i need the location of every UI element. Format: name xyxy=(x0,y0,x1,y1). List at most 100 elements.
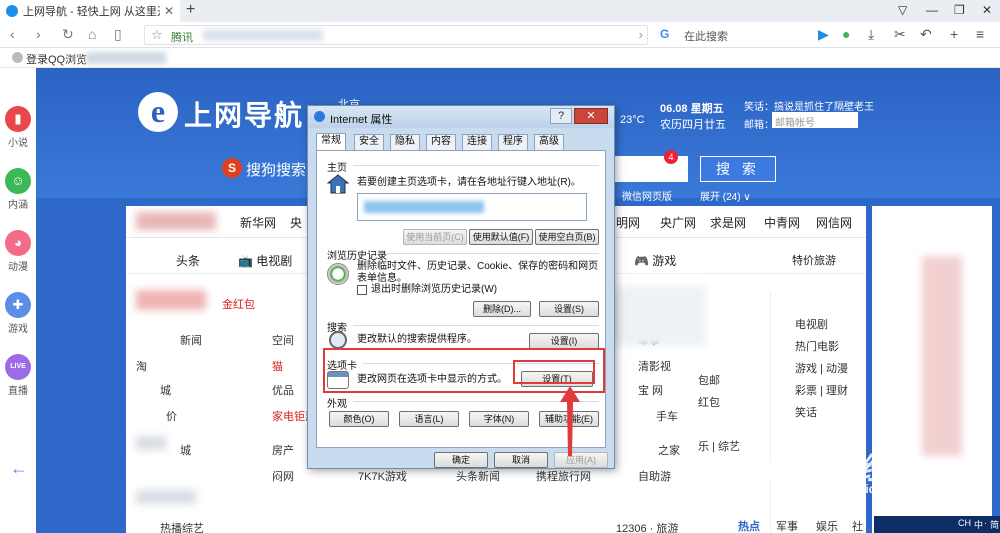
delete-history-button[interactable]: 删除(D)... xyxy=(473,301,531,317)
site-link[interactable]: 笑话 xyxy=(795,404,817,420)
scissors-icon[interactable]: ✂ xyxy=(894,26,906,43)
new-tab-button[interactable]: + xyxy=(186,1,195,19)
site-link[interactable]: 电视剧 xyxy=(795,316,828,332)
news-tab-hot[interactable]: 热点 xyxy=(738,518,760,533)
delete-on-exit-label[interactable]: 退出时删除浏览历史记录(W) xyxy=(371,284,497,296)
chat-icon[interactable]: ● xyxy=(842,26,850,42)
site-link[interactable]: 城 xyxy=(160,382,171,398)
tab-programs[interactable]: 程序 xyxy=(498,134,528,150)
download-icon[interactable]: ⤓ xyxy=(868,26,874,43)
bookmark-login[interactable]: 登录QQ浏览 xyxy=(26,51,87,67)
tab-connections[interactable]: 连接 xyxy=(462,134,492,150)
site-link[interactable]: 淘 xyxy=(136,358,147,374)
home-url-input[interactable] xyxy=(357,193,587,221)
site-link[interactable]: 7K7K游戏 xyxy=(358,468,407,484)
reader-icon[interactable]: ▯ xyxy=(114,26,122,43)
fonts-button[interactable]: 字体(N) xyxy=(469,411,529,427)
colors-button[interactable]: 颜色(O) xyxy=(329,411,389,427)
tab-general[interactable]: 常规 xyxy=(316,133,346,151)
nav-link[interactable]: 央 xyxy=(290,214,302,231)
history-settings-button[interactable]: 设置(S) xyxy=(539,301,599,317)
site-link[interactable]: 热门电影 xyxy=(795,338,839,354)
undo-icon[interactable]: ↶ xyxy=(920,26,932,43)
site-link[interactable]: 猫 xyxy=(272,358,283,374)
hot-link[interactable]: 微信网页版 xyxy=(622,188,672,203)
news-tab-military[interactable]: 军事 xyxy=(776,518,798,533)
tab-privacy[interactable]: 隐私 xyxy=(390,134,420,150)
site-link[interactable]: 12306 · 旅游 xyxy=(616,520,678,533)
cancel-button[interactable]: 取消 xyxy=(494,452,548,468)
site-link[interactable]: 携程旅行网 xyxy=(536,468,591,484)
site-link[interactable]: 房产 xyxy=(272,442,294,458)
ime-lang[interactable]: CH xyxy=(958,518,971,528)
site-link[interactable]: 游戏 | 动漫 xyxy=(795,360,848,376)
site-link[interactable]: 闷网 xyxy=(272,468,294,484)
site-link[interactable]: 清影视 xyxy=(638,358,671,374)
url-field[interactable]: ☆ 腾讯 › xyxy=(144,25,648,45)
page-search-button[interactable]: 搜 索 xyxy=(700,156,776,182)
menu-icon[interactable]: ≡ xyxy=(976,26,984,42)
tab-security[interactable]: 安全 xyxy=(354,134,384,150)
use-default-button[interactable]: 使用默认值(F) xyxy=(469,229,533,245)
site-link[interactable]: 包邮 xyxy=(698,372,720,388)
sidebar-item-live[interactable]: LIVE 直播 xyxy=(3,354,33,397)
skin-icon[interactable]: ▽ xyxy=(898,3,907,17)
site-link[interactable]: 宝 网 xyxy=(638,382,663,398)
site-link[interactable]: 优品 xyxy=(272,382,294,398)
sidebar-item-anime[interactable]: ◕ 动漫 xyxy=(3,230,33,273)
tab-close-icon[interactable]: ✕ xyxy=(164,4,174,18)
joke-link[interactable]: 笑话：搞说是抓住了隔壁老王 xyxy=(744,98,874,113)
nav-link[interactable]: 中青网 xyxy=(764,214,800,231)
mail-input[interactable]: 邮箱帐号 xyxy=(772,112,858,129)
site-link[interactable]: 彩票 | 理财 xyxy=(795,382,848,398)
search-settings-button[interactable]: 设置(I) xyxy=(529,333,599,349)
site-link[interactable]: 热播综艺 xyxy=(160,520,204,533)
dialog-titlebar[interactable]: Internet 属性 ? ✕ xyxy=(308,106,614,128)
category-item[interactable]: 📺 电视剧 xyxy=(238,252,292,269)
languages-button[interactable]: 语言(L) xyxy=(399,411,459,427)
star-icon[interactable]: ☆ xyxy=(151,27,163,43)
browser-search-field[interactable]: G 在此搜索 xyxy=(658,25,808,45)
site-link[interactable]: 价 xyxy=(166,408,177,424)
sidebar-item-game[interactable]: ✚ 游戏 xyxy=(3,292,33,335)
site-link[interactable]: 自助游 xyxy=(638,468,671,484)
minimize-icon[interactable]: — xyxy=(926,3,938,17)
site-link[interactable]: 红包 xyxy=(698,394,720,410)
promo-link[interactable]: 金红包 xyxy=(222,296,255,312)
ok-button[interactable]: 确定 xyxy=(434,452,488,468)
nav-link[interactable]: 央广网 xyxy=(660,214,696,231)
category-item[interactable]: 头条 xyxy=(176,252,200,269)
close-window-icon[interactable]: ✕ xyxy=(982,3,992,17)
site-link[interactable]: 头条新闻 xyxy=(456,468,500,484)
maximize-icon[interactable]: ❐ xyxy=(954,3,965,17)
category-item[interactable]: 特价旅游 xyxy=(792,252,836,268)
use-blank-button[interactable]: 使用空白页(B) xyxy=(535,229,599,245)
browser-tab[interactable]: 上网导航 - 轻快上网 从这里开始 ✕ xyxy=(0,0,180,22)
help-button[interactable]: ? xyxy=(550,108,572,124)
news-tab-society[interactable]: 社会 xyxy=(852,518,866,533)
nav-link[interactable]: 求是网 xyxy=(710,214,746,231)
sidebar-item-humor[interactable]: ☺ 内涵 xyxy=(3,168,33,211)
ime-simplified[interactable]: 简 xyxy=(990,518,999,531)
back-icon[interactable]: ‹ xyxy=(10,26,15,42)
site-link[interactable]: 乐 | 综艺 xyxy=(698,438,740,454)
use-current-button[interactable]: 使用当前页(C) xyxy=(403,229,467,245)
nav-link[interactable]: 明网 xyxy=(616,214,640,231)
category-item[interactable]: 🎮 游戏 xyxy=(634,252,676,269)
site-link[interactable]: 之家 xyxy=(658,442,680,458)
site-link[interactable]: 城 xyxy=(180,442,191,458)
sidebar-item-novel[interactable]: ▮ 小说 xyxy=(3,106,33,149)
tab-advanced[interactable]: 高级 xyxy=(534,134,564,150)
dialog-close-button[interactable]: ✕ xyxy=(574,108,608,124)
refresh-icon[interactable]: ↻ xyxy=(62,26,74,43)
collapse-arrow-icon[interactable]: ← xyxy=(10,458,28,479)
site-link[interactable]: 新闻 xyxy=(180,332,202,348)
url-chevron-icon[interactable]: › xyxy=(639,27,643,42)
delete-on-exit-checkbox[interactable] xyxy=(357,285,367,295)
nav-link[interactable]: 网信网 xyxy=(816,214,852,231)
add-icon[interactable]: + xyxy=(950,26,958,42)
site-link[interactable]: 手车 xyxy=(656,408,678,424)
play-icon[interactable]: ▶ xyxy=(818,26,829,43)
home-icon[interactable]: ⌂ xyxy=(88,26,96,42)
tab-content[interactable]: 内容 xyxy=(426,134,456,150)
